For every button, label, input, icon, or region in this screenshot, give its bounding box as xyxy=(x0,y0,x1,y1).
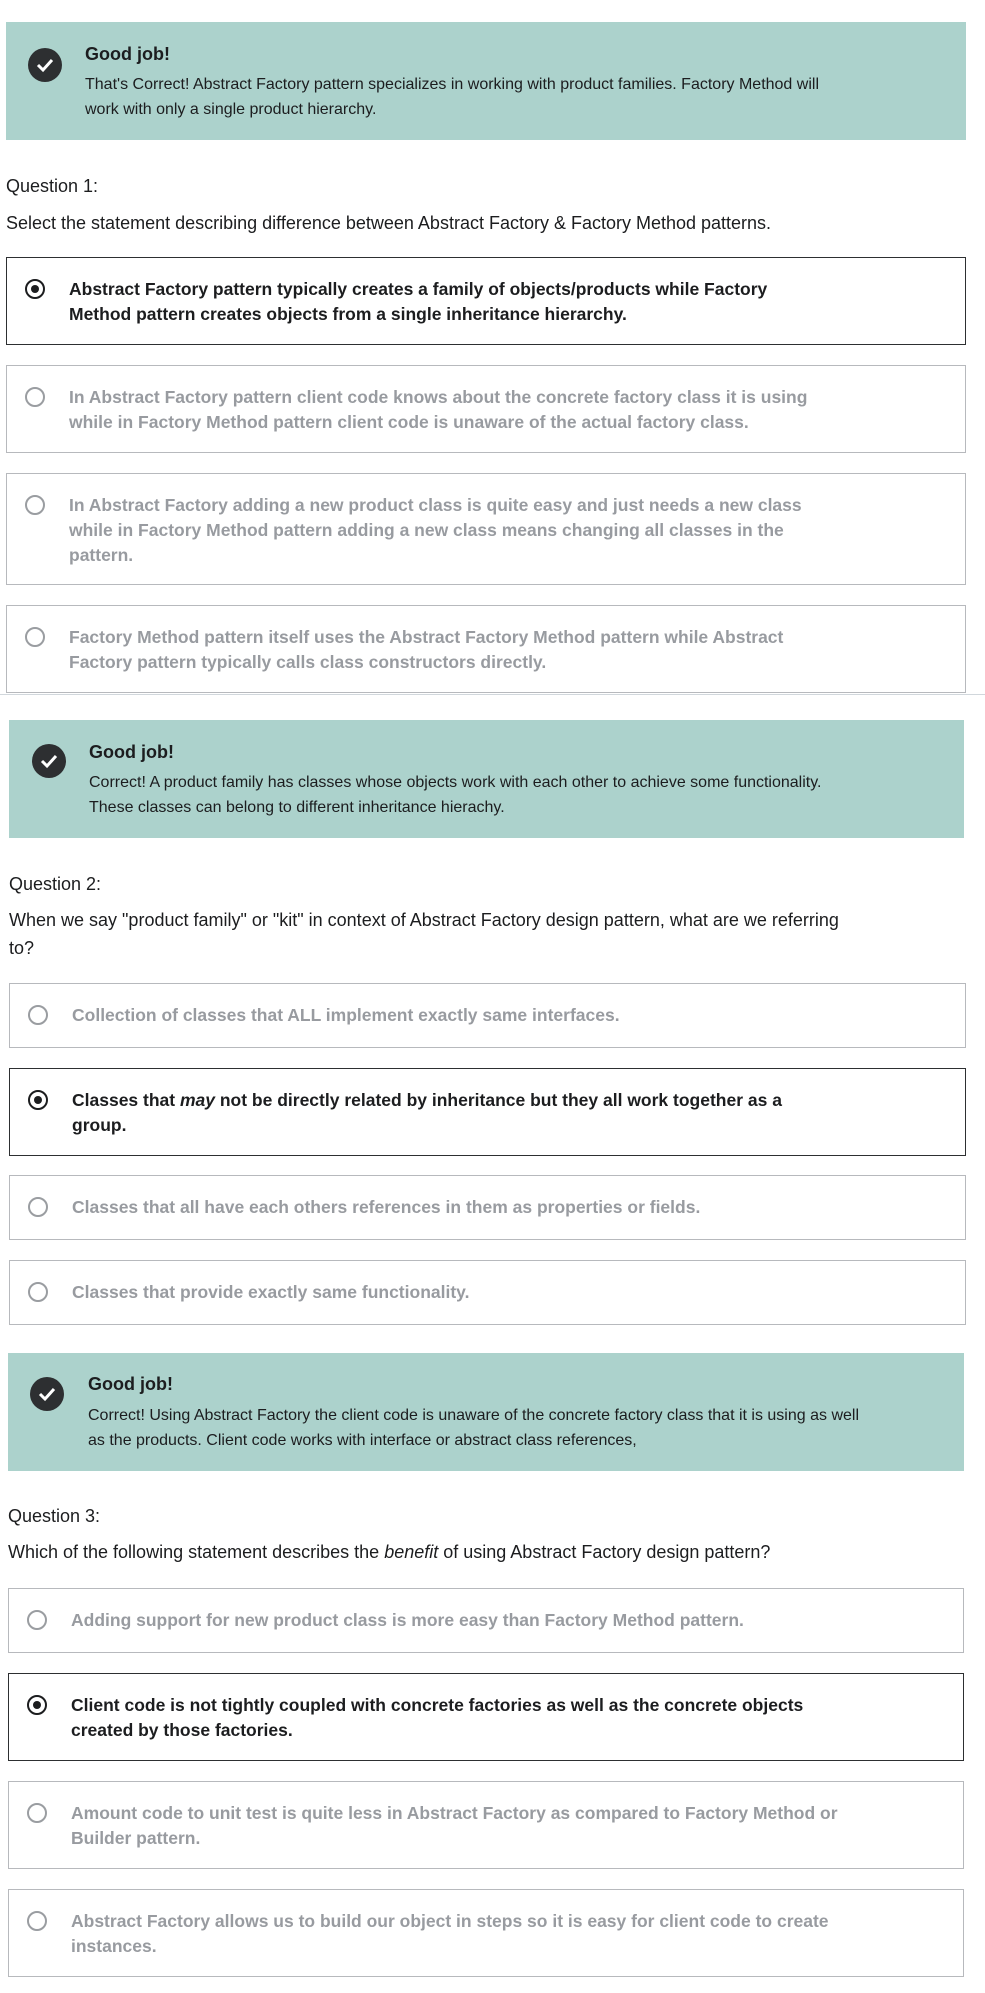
feedback-text: Correct! A product family has classes wh… xyxy=(89,774,822,816)
option-label: Classes that all have each others refere… xyxy=(72,1197,701,1217)
check-circle-icon xyxy=(30,1377,64,1411)
option-label: Classes that may not be directly related… xyxy=(72,1090,782,1135)
radio-selected-icon[interactable] xyxy=(25,279,45,299)
option-label: Abstract Factory pattern typically creat… xyxy=(69,279,768,324)
question-prompt: When we say "product family" or "kit" in… xyxy=(9,910,839,958)
radio-button-icon[interactable] xyxy=(25,387,45,407)
radio-selected-icon[interactable] xyxy=(27,1695,47,1715)
radio-button-icon[interactable] xyxy=(28,1282,48,1302)
answer-option[interactable]: Factory Method pattern itself uses the A… xyxy=(6,605,966,693)
answer-option[interactable]: Client code is not tightly coupled with … xyxy=(8,1673,964,1761)
radio-button-icon[interactable] xyxy=(25,495,45,515)
check-circle-icon xyxy=(28,48,62,82)
radio-button-icon[interactable] xyxy=(27,1610,47,1630)
option-label: Amount code to unit test is quite less i… xyxy=(71,1803,838,1848)
answer-option[interactable]: Classes that may not be directly related… xyxy=(9,1068,966,1156)
answer-option[interactable]: Abstract Factory pattern typically creat… xyxy=(6,257,966,345)
check-circle-icon xyxy=(32,744,66,778)
option-label: Classes that provide exactly same functi… xyxy=(72,1282,470,1302)
radio-button-icon[interactable] xyxy=(28,1005,48,1025)
option-label: Adding support for new product class is … xyxy=(71,1610,744,1630)
answer-option[interactable]: Collection of classes that ALL implement… xyxy=(9,983,966,1048)
feedback-text: Correct! Using Abstract Factory the clie… xyxy=(88,1407,860,1449)
radio-button-icon[interactable] xyxy=(25,627,45,647)
answer-option[interactable]: In Abstract Factory pattern client code … xyxy=(6,365,966,453)
feedback-banner: Good job! Correct! Using Abstract Factor… xyxy=(8,1353,964,1471)
radio-button-icon[interactable] xyxy=(27,1803,47,1823)
question-number: Question 1: xyxy=(6,176,99,196)
feedback-text: That's Correct! Abstract Factory pattern… xyxy=(85,76,819,118)
feedback-title: Good job! xyxy=(85,44,170,64)
radio-selected-icon[interactable] xyxy=(28,1090,48,1110)
feedback-banner: Good job! Correct! A product family has … xyxy=(9,720,964,838)
section-divider xyxy=(0,694,985,695)
radio-button-icon[interactable] xyxy=(28,1197,48,1217)
answer-option[interactable]: Classes that all have each others refere… xyxy=(9,1175,966,1240)
answer-option[interactable]: Classes that provide exactly same functi… xyxy=(9,1260,966,1325)
answer-option[interactable]: Abstract Factory allows us to build our … xyxy=(8,1889,964,1977)
option-label: In Abstract Factory adding a new product… xyxy=(69,495,802,565)
feedback-banner: Good job! That's Correct! Abstract Facto… xyxy=(6,22,966,140)
feedback-title: Good job! xyxy=(89,742,174,762)
radio-button-icon[interactable] xyxy=(27,1911,47,1931)
option-label: Collection of classes that ALL implement… xyxy=(72,1005,620,1025)
question-prompt: Which of the following statement describ… xyxy=(8,1542,771,1562)
question-number: Question 3: xyxy=(8,1506,101,1526)
question-prompt: Select the statement describing differen… xyxy=(6,213,772,233)
answer-option[interactable]: Adding support for new product class is … xyxy=(8,1588,964,1653)
answer-option[interactable]: Amount code to unit test is quite less i… xyxy=(8,1781,964,1869)
option-label: Abstract Factory allows us to build our … xyxy=(71,1911,829,1956)
question-number: Question 2: xyxy=(9,874,102,894)
feedback-title: Good job! xyxy=(88,1374,173,1394)
answer-option[interactable]: In Abstract Factory adding a new product… xyxy=(6,473,966,585)
option-label: Client code is not tightly coupled with … xyxy=(71,1695,804,1740)
option-label: In Abstract Factory pattern client code … xyxy=(69,387,808,432)
option-label: Factory Method pattern itself uses the A… xyxy=(69,627,784,672)
